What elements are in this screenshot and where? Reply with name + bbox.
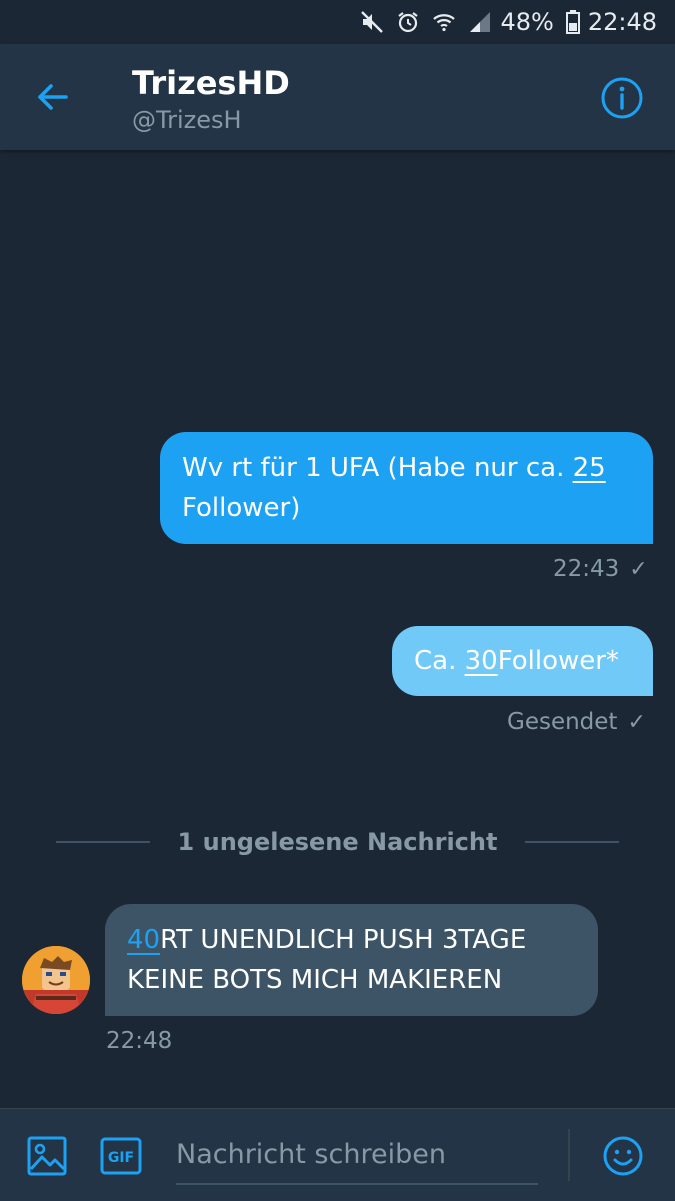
- back-arrow-icon[interactable]: [30, 74, 76, 120]
- unread-label: 1 ungelesene Nachricht: [177, 828, 498, 856]
- message-bubble-outgoing[interactable]: Ca. 30Follower*: [392, 626, 653, 696]
- message-timestamp: 22:48: [106, 1028, 172, 1054]
- message-text: RT UNENDLICH PUSH 3TAGE KEINE BOTS MICH …: [127, 925, 527, 995]
- avatar[interactable]: [22, 946, 90, 1014]
- alarm-icon: [396, 10, 420, 34]
- timestamp-text: 22:48: [106, 1028, 173, 1054]
- gif-label: GIF: [108, 1150, 134, 1166]
- message-number: 25: [572, 453, 606, 483]
- message-number: 30: [464, 646, 498, 676]
- message-bubble-incoming[interactable]: 40RT UNENDLICH PUSH 3TAGE KEINE BOTS MIC…: [105, 904, 598, 1016]
- battery-percent: 48%: [500, 8, 554, 36]
- emoji-icon[interactable]: [602, 1135, 644, 1181]
- message-timestamp: 22:43 ✓: [553, 556, 648, 582]
- message-bubble-outgoing[interactable]: Wv rt für 1 UFA (Habe nur ca. 25 Follower…: [160, 432, 653, 544]
- divider-line: [56, 841, 150, 843]
- message-composer: GIF Nachricht schreiben: [0, 1108, 675, 1201]
- check-icon: ✓: [629, 556, 648, 582]
- unread-divider: 1 ungelesene Nachricht: [56, 822, 620, 862]
- message-text: Wv rt für 1 UFA (Habe nur ca.: [182, 453, 573, 483]
- message-text-cont: Follower): [182, 493, 301, 523]
- battery-icon: [565, 10, 580, 34]
- message-link-number[interactable]: 40: [127, 925, 160, 955]
- contact-handle: @TrizesH: [132, 106, 242, 134]
- message-text-cont: Follower*: [497, 646, 619, 676]
- image-icon[interactable]: [26, 1135, 68, 1181]
- gif-icon[interactable]: GIF: [100, 1137, 142, 1179]
- conversation-header: TrizesHD @TrizesH: [0, 44, 675, 150]
- wifi-icon: [432, 10, 456, 34]
- status-text: Gesendet: [507, 709, 618, 735]
- divider-line: [525, 841, 620, 843]
- input-placeholder: Nachricht schreiben: [176, 1139, 446, 1170]
- status-bar: 48% 22:48: [0, 0, 675, 44]
- check-icon: ✓: [627, 709, 646, 735]
- signal-icon: [468, 10, 492, 34]
- clock: 22:48: [587, 8, 657, 36]
- message-input[interactable]: Nachricht schreiben: [176, 1127, 538, 1185]
- contact-name[interactable]: TrizesHD: [132, 64, 290, 102]
- message-status: Gesendet ✓: [507, 709, 646, 735]
- info-icon[interactable]: [600, 76, 644, 120]
- composer-divider: [568, 1129, 570, 1181]
- timestamp-text: 22:43: [553, 556, 620, 582]
- message-text: Ca.: [414, 646, 465, 676]
- mute-icon: [360, 10, 384, 34]
